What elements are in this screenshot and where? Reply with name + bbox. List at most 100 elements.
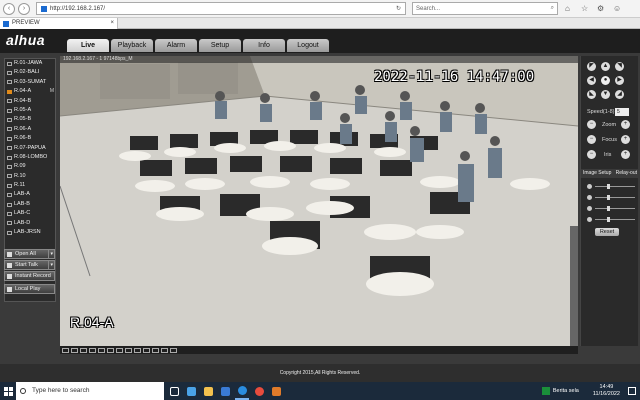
channel-item[interactable]: LAB-D (5, 219, 55, 228)
forward-icon[interactable]: › (18, 2, 30, 15)
layout-4-icon[interactable] (71, 347, 78, 353)
channel-item[interactable]: LAB-C (5, 209, 55, 218)
start-talk-button[interactable]: Start Talk ▾ (4, 260, 55, 270)
channel-item[interactable]: R.08-LOMBO (5, 153, 55, 162)
channel-label: R.04-B (14, 97, 32, 104)
live-video[interactable]: 2022-11-16 14:47:00 R.04-A (60, 56, 578, 346)
favorites-icon[interactable]: ☆ (581, 4, 590, 13)
channel-item[interactable]: R.01-JAWA (5, 59, 55, 68)
fullscreen-icon[interactable] (116, 347, 123, 353)
news-widget[interactable]: Berita sela (541, 387, 579, 395)
channel-item[interactable]: R.03-SUMAT (5, 78, 55, 87)
start-button[interactable] (0, 382, 16, 400)
channel-item[interactable]: R.07-PAPUA (5, 144, 55, 153)
channel-item[interactable]: R.04-B (5, 97, 55, 106)
store-icon[interactable] (218, 382, 232, 400)
channel-item[interactable]: R.02-BALI (5, 68, 55, 77)
emoji-icon[interactable]: ☺ (613, 4, 622, 13)
ptz-center-icon[interactable]: ● (601, 76, 610, 85)
browser-tab[interactable]: PREVIEW × (0, 18, 118, 29)
instant-record-button[interactable]: Instant Record (4, 271, 55, 281)
ptz-up-left-icon[interactable]: ◤ (587, 62, 596, 71)
camera-icon (7, 99, 12, 104)
channel-item[interactable]: R.09 (5, 162, 55, 171)
focus-in-icon[interactable]: + (621, 135, 630, 144)
refresh-icon[interactable]: ↻ (396, 5, 401, 12)
channel-item[interactable]: LAB-JRSN (5, 228, 55, 237)
channel-item[interactable]: R.11 (5, 181, 55, 190)
zoom-in-icon[interactable]: + (621, 120, 630, 129)
channel-item[interactable]: R.04-A M (5, 87, 55, 96)
task-view-icon[interactable] (167, 382, 181, 400)
app-icon[interactable] (269, 382, 283, 400)
zoom-out-icon[interactable]: − (587, 120, 596, 129)
chevron-down-icon[interactable]: ▾ (48, 261, 54, 269)
clock[interactable]: 14:49 11/16/2022 (593, 384, 620, 398)
layout-9-icon[interactable] (80, 347, 87, 353)
ptz-down-right-icon[interactable]: ◢ (615, 90, 624, 99)
channel-item[interactable]: R.05-B (5, 115, 55, 124)
channel-item[interactable]: R.06-A (5, 125, 55, 134)
back-icon[interactable]: ‹ (3, 2, 15, 15)
channel-item[interactable]: LAB-B (5, 200, 55, 209)
layout-1-icon[interactable] (62, 347, 69, 353)
notification-icon[interactable] (628, 387, 636, 395)
iris-open-icon[interactable]: + (621, 150, 630, 159)
brightness-slider[interactable] (587, 183, 635, 189)
speed-select[interactable]: 5 (615, 108, 629, 116)
file-explorer-icon[interactable] (201, 382, 215, 400)
menu-playback[interactable]: Playback (111, 39, 153, 52)
hue-slider[interactable] (587, 205, 635, 211)
channel-item[interactable]: R.10 (5, 172, 55, 181)
search-box[interactable]: Search... ⌕ (412, 2, 558, 15)
channel-item[interactable]: LAB-A (5, 190, 55, 199)
ptz-up-right-icon[interactable]: ◥ (615, 62, 624, 71)
internet-explorer-icon[interactable] (235, 382, 249, 400)
layout-36-icon[interactable] (107, 347, 114, 353)
menu-setup[interactable]: Setup (199, 39, 241, 52)
image-setup-label[interactable]: Image Setup (583, 169, 611, 178)
address-bar[interactable]: http://192.168.2.167/ ↻ (36, 2, 406, 15)
layout-16-icon[interactable] (89, 347, 96, 353)
layout-25-icon[interactable] (98, 347, 105, 353)
ptz-left-icon[interactable]: ◀ (587, 76, 596, 85)
reset-button[interactable]: Reset (595, 228, 619, 236)
chevron-down-icon[interactable]: ▾ (48, 250, 54, 258)
local-play-button[interactable]: Local Play (4, 284, 55, 294)
menu-alarm[interactable]: Alarm (155, 39, 197, 52)
widgets-icon[interactable] (184, 382, 198, 400)
iris-close-icon[interactable]: − (587, 150, 596, 159)
menu-live[interactable]: Live (67, 39, 109, 52)
channel-label: R.04-A (14, 88, 32, 95)
channel-item[interactable]: R.06-B (5, 134, 55, 143)
saturation-slider[interactable] (587, 216, 635, 222)
open-all-button[interactable]: Open All ▾ (4, 249, 55, 259)
close-tab-icon[interactable]: × (110, 18, 114, 29)
camera-icon (7, 221, 12, 226)
ratio-icon[interactable] (170, 347, 177, 353)
search-icon[interactable]: ⌕ (551, 5, 554, 12)
ptz-down-icon[interactable]: ▼ (601, 90, 610, 99)
focus-out-icon[interactable]: − (587, 135, 596, 144)
channel-label: LAB-B (14, 200, 30, 207)
channel-item[interactable]: R.05-A (5, 106, 55, 115)
stream-icon[interactable] (161, 347, 168, 353)
menu-logout[interactable]: Logout (287, 39, 329, 52)
settings-icon[interactable]: ⚙ (597, 4, 606, 13)
snapshot-icon[interactable] (125, 347, 132, 353)
home-icon[interactable]: ⌂ (565, 4, 574, 13)
ptz-up-icon[interactable]: ▲ (601, 62, 610, 71)
relay-out-label[interactable]: Relay-out (616, 169, 637, 178)
camera-icon (7, 89, 12, 94)
ptz-down-left-icon[interactable]: ◣ (587, 90, 596, 99)
audio-icon[interactable] (143, 347, 150, 353)
contrast-slider[interactable] (587, 194, 635, 200)
zoom-icon[interactable] (152, 347, 159, 353)
chrome-icon[interactable] (252, 382, 266, 400)
clock-date: 11/16/2022 (592, 391, 620, 397)
menu-info[interactable]: Info (243, 39, 285, 52)
taskbar-search[interactable]: Type here to search (16, 382, 164, 400)
ptz-right-icon[interactable]: ▶ (615, 76, 624, 85)
channel-label: R.09 (14, 163, 26, 170)
record-toggle-icon[interactable] (134, 347, 141, 353)
